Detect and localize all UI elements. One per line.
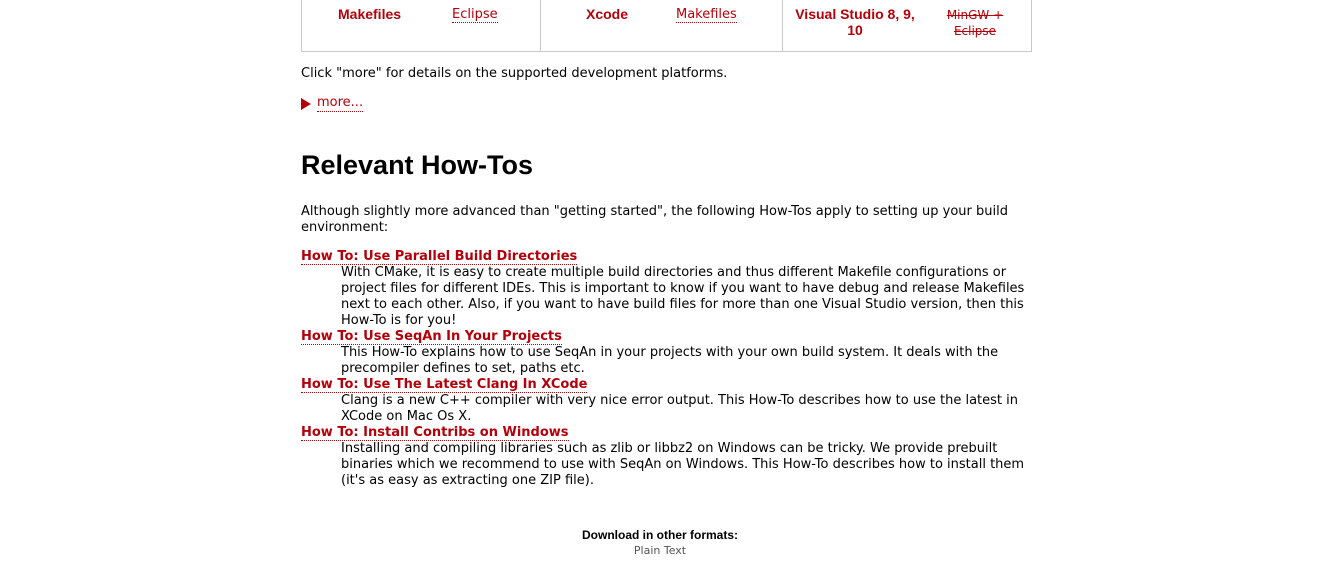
- howto-clang-xcode-link[interactable]: How To: Use The Latest Clang In XCode: [301, 377, 588, 393]
- more-toggle[interactable]: more...: [301, 95, 364, 112]
- section-title: Relevant How-Tos: [301, 150, 534, 180]
- howto-item: How To: Use Parallel Build Directories: [301, 249, 1036, 265]
- platform-column-visual-studio: Visual Studio 8, 9, 10 MinGW + Eclipse: [782, 0, 1031, 51]
- triangle-right-icon: [301, 97, 311, 110]
- howto-parallel-build-link[interactable]: How To: Use Parallel Build Directories: [301, 249, 578, 265]
- platform-makefiles-link[interactable]: Makefiles: [338, 6, 401, 22]
- howtos-lead-text: Although slightly more advanced than "ge…: [301, 204, 1008, 235]
- platform-column-xcode: Xcode Makefiles: [540, 0, 783, 51]
- platforms-intro-text: Click "more" for details on the supporte…: [301, 66, 728, 81]
- howto-list: How To: Use Parallel Build Directories W…: [301, 249, 1036, 489]
- howto-description: Clang is a new C++ compiler with very ni…: [341, 393, 1018, 424]
- platform-table: Makefiles Eclipse Xcode Makefiles Visual…: [301, 0, 1032, 52]
- howto-item: How To: Use SeqAn In Your Projects: [301, 329, 1036, 345]
- download-title: Download in other formats:: [582, 528, 738, 542]
- download-plain-text-link[interactable]: Plain Text: [634, 544, 686, 557]
- howto-use-seqan-link[interactable]: How To: Use SeqAn In Your Projects: [301, 329, 562, 345]
- platform-xcode-makefiles-link[interactable]: Makefiles: [676, 7, 737, 23]
- howto-description: This How-To explains how to use SeqAn in…: [341, 345, 999, 376]
- howto-item: How To: Install Contribs on Windows: [301, 425, 1036, 441]
- howto-description: Installing and compiling libraries such …: [341, 441, 1025, 488]
- platform-eclipse-link[interactable]: Eclipse: [452, 7, 498, 23]
- platform-visual-studio-link[interactable]: Visual Studio 8, 9, 10: [788, 6, 922, 38]
- platform-xcode-link[interactable]: Xcode: [586, 6, 628, 22]
- howto-description: With CMake, it is easy to create multipl…: [341, 265, 1025, 328]
- download-formats: Download in other formats: Plain Text: [301, 527, 1019, 559]
- platform-mingw-eclipse-link[interactable]: MinGW + Eclipse: [942, 7, 1008, 39]
- howto-item: How To: Use The Latest Clang In XCode: [301, 377, 1036, 393]
- howto-install-contribs-link[interactable]: How To: Install Contribs on Windows: [301, 425, 569, 441]
- more-label[interactable]: more...: [317, 95, 364, 112]
- platform-column-makefiles: Makefiles Eclipse: [302, 0, 541, 51]
